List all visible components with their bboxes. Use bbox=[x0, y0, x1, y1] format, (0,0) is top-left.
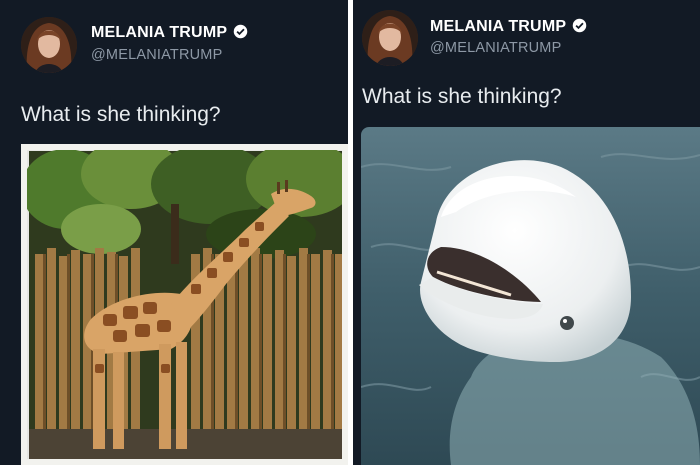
giraffe-photo bbox=[21, 144, 348, 465]
avatar[interactable] bbox=[362, 10, 418, 66]
tweet-text: What is she thinking? bbox=[362, 85, 562, 108]
avatar[interactable] bbox=[21, 17, 77, 73]
verified-badge-icon bbox=[572, 18, 587, 33]
beluga-photo bbox=[361, 127, 700, 465]
tweet-image-giraffe[interactable] bbox=[21, 144, 348, 465]
user-handle[interactable]: @MELANIATRUMP bbox=[91, 47, 222, 63]
verified-badge-icon bbox=[233, 24, 248, 39]
display-name[interactable]: MELANIA TRUMP bbox=[430, 18, 587, 36]
display-name[interactable]: MELANIA TRUMP bbox=[91, 24, 248, 42]
tweet-card-left: MELANIA TRUMP @MELANIATRUMP What is she … bbox=[0, 0, 348, 465]
tweet-image-beluga[interactable] bbox=[361, 127, 700, 465]
tweet-card-right: MELANIA TRUMP @MELANIATRUMP What is she … bbox=[353, 0, 700, 465]
tweet-text: What is she thinking? bbox=[21, 103, 221, 126]
user-handle[interactable]: @MELANIATRUMP bbox=[430, 40, 561, 56]
